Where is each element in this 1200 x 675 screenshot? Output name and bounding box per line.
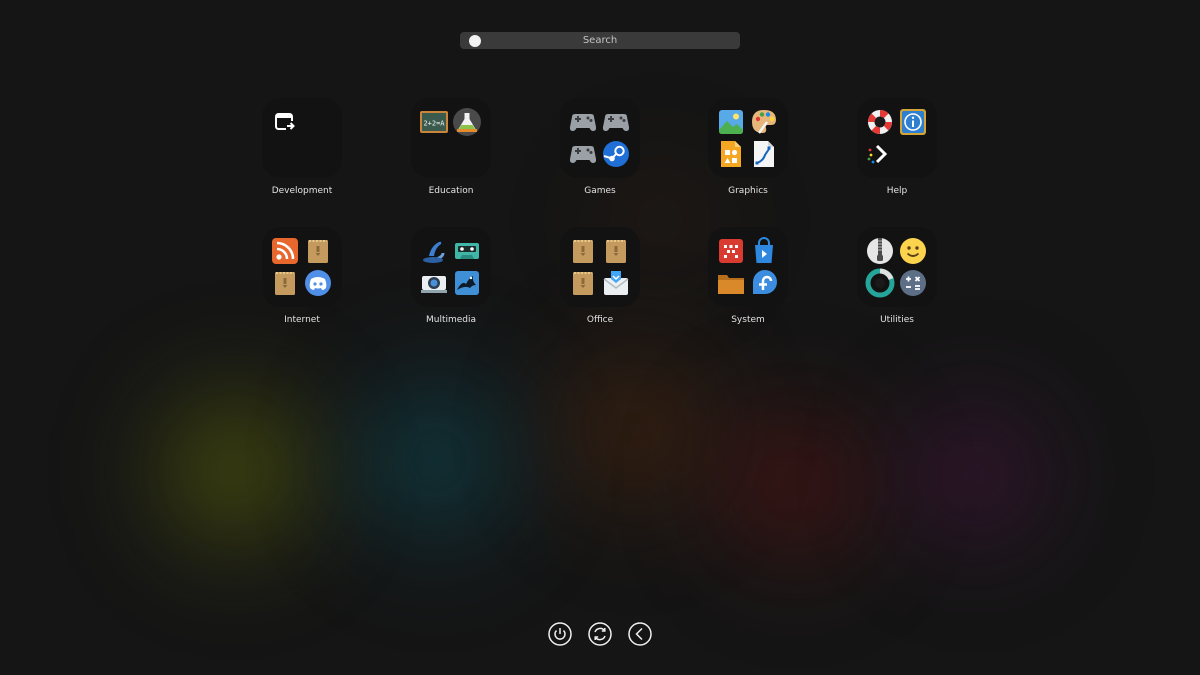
- gamepad-icon: [601, 107, 631, 137]
- folder-utilities[interactable]: Utilities: [842, 227, 952, 337]
- folder-label: Office: [586, 315, 614, 325]
- folder-tile: [262, 227, 342, 307]
- svg-text:2+2=A: 2+2=A: [423, 120, 445, 128]
- folder-tile: [708, 98, 788, 178]
- discord-icon: [303, 268, 333, 298]
- background-blob: [860, 360, 1090, 590]
- paint-palette-icon: [749, 107, 779, 137]
- shapes-document-icon: [716, 139, 746, 169]
- video-editor-icon: [452, 268, 482, 298]
- folder-tile: [708, 227, 788, 307]
- folder-tile: [857, 227, 937, 307]
- folder-tile: [411, 227, 491, 307]
- background-blob: [520, 300, 750, 560]
- package-icon: [568, 268, 598, 298]
- folder-label: Help: [886, 186, 908, 196]
- folder-label: Graphics: [728, 186, 768, 196]
- folder-tile: [560, 98, 640, 178]
- background-blob: [680, 360, 910, 610]
- folder-tile: [560, 227, 640, 307]
- emoji-icon: [898, 236, 928, 266]
- package-icon: [568, 236, 598, 266]
- image-viewer-icon: [716, 107, 746, 137]
- steam-icon: [601, 139, 631, 169]
- lifebuoy-icon: [865, 107, 895, 137]
- folder-education[interactable]: 2+2=A Education: [396, 98, 506, 208]
- folder-system[interactable]: System: [693, 227, 803, 337]
- launcher-screen: Search Development 2+2=A Education Games…: [0, 0, 1200, 675]
- mail-icon: [601, 268, 631, 298]
- fedora-icon: [749, 268, 779, 298]
- folder-help[interactable]: Help: [842, 98, 952, 208]
- package-icon: [270, 268, 300, 298]
- monitor-icon: [716, 236, 746, 266]
- power-icon: [548, 622, 572, 646]
- package-icon: [303, 236, 333, 266]
- calculator-icon: [898, 268, 928, 298]
- folder-tile: 2+2=A: [411, 98, 491, 178]
- logout-icon: [628, 622, 652, 646]
- folder-label: Games: [584, 186, 616, 196]
- folder-internet[interactable]: Internet: [247, 227, 357, 337]
- package-icon: [601, 236, 631, 266]
- folder-label: Internet: [284, 315, 320, 325]
- folder-label: System: [731, 315, 765, 325]
- disk-usage-icon: [865, 268, 895, 298]
- gamepad-icon: [568, 139, 598, 169]
- chalkboard-math-icon: 2+2=A: [419, 107, 449, 137]
- software-store-icon: [749, 236, 779, 266]
- logout-button[interactable]: [628, 622, 652, 646]
- vector-drawing-icon: [749, 139, 779, 169]
- window-share-icon: [270, 107, 300, 137]
- search-input[interactable]: Search: [460, 32, 740, 49]
- restart-button[interactable]: [588, 622, 612, 646]
- chemistry-flask-icon: [452, 107, 482, 137]
- folder-graphics[interactable]: Graphics: [693, 98, 803, 208]
- folder-label: Development: [271, 186, 333, 196]
- folder-office[interactable]: Office: [545, 227, 655, 337]
- gamepad-icon: [568, 107, 598, 137]
- power-button[interactable]: [548, 622, 572, 646]
- archive-zipper-icon: [865, 236, 895, 266]
- folder-multimedia[interactable]: Multimedia: [396, 227, 506, 337]
- folder-label: Utilities: [880, 315, 914, 325]
- background-blob: [120, 340, 350, 600]
- folder-label: Multimedia: [425, 315, 477, 325]
- webcam-icon: [419, 268, 449, 298]
- restart-icon: [588, 622, 612, 646]
- folder-icon: [716, 268, 746, 298]
- info-icon: [898, 107, 928, 137]
- folder-tile: [262, 98, 342, 178]
- cassette-icon: [452, 236, 482, 266]
- terminal-prompt-icon: [865, 139, 895, 169]
- search-placeholder: Search: [582, 35, 618, 46]
- folder-development[interactable]: Development: [247, 98, 357, 208]
- music-note-icon: [419, 236, 449, 266]
- folder-label: Education: [428, 186, 474, 196]
- background-blob: [320, 320, 550, 600]
- rss-feed-icon: [270, 236, 300, 266]
- folder-tile: [857, 98, 937, 178]
- folder-games[interactable]: Games: [545, 98, 655, 208]
